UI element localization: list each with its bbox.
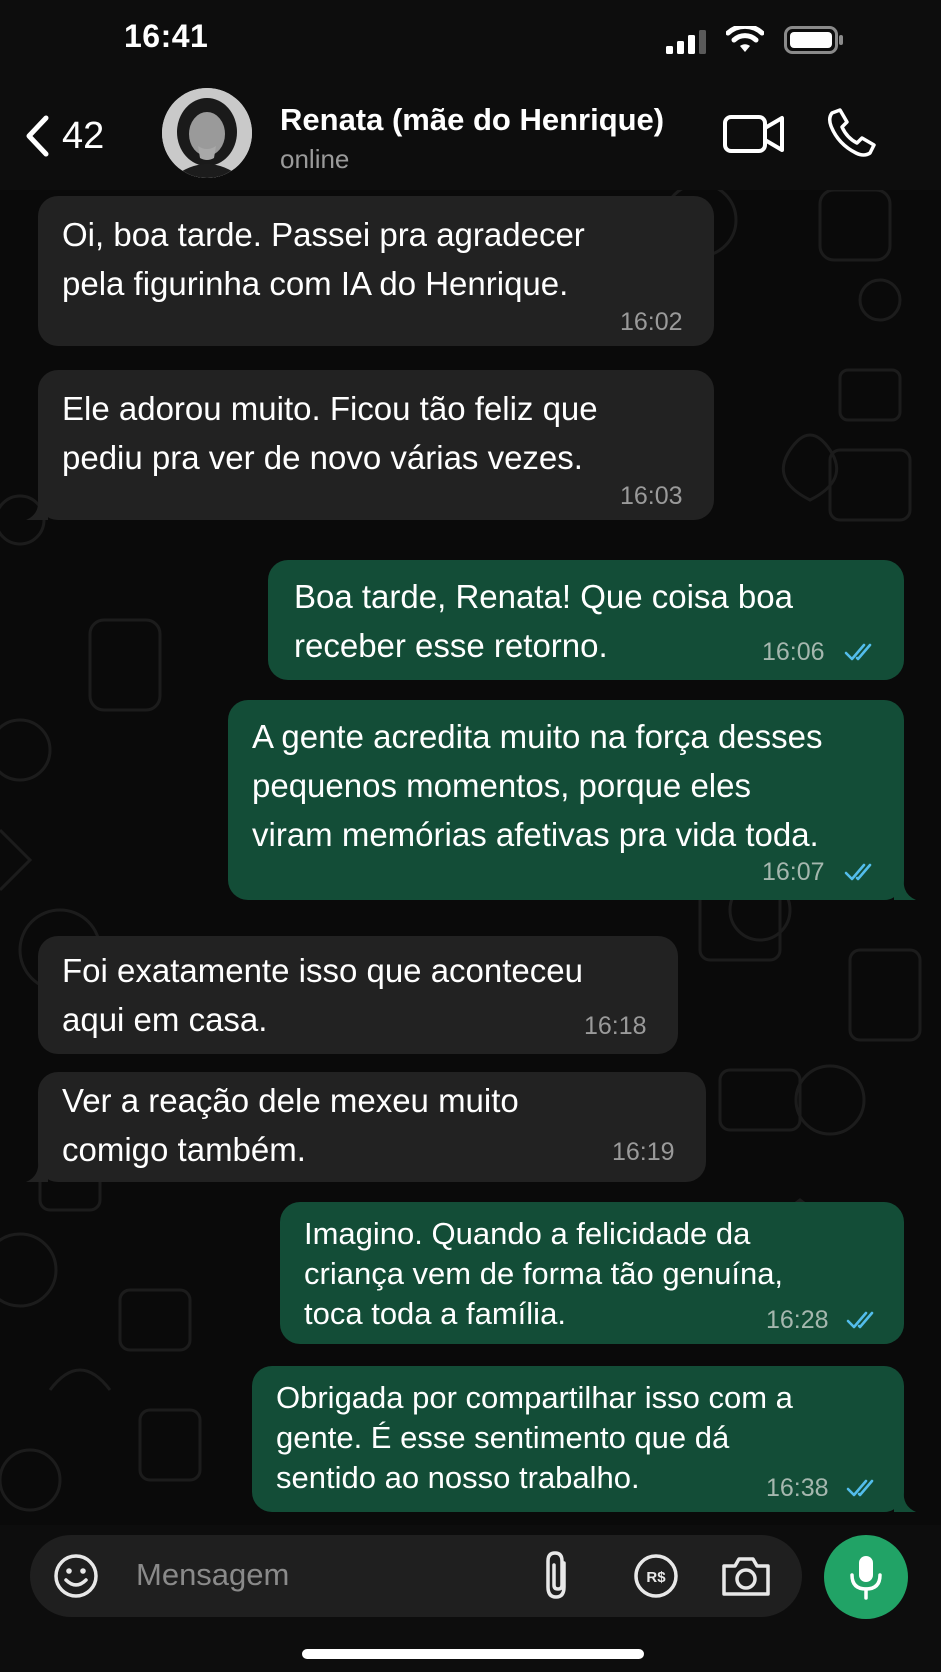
message-outgoing[interactable]: A gente acredita muito na força desses p… [228, 700, 904, 900]
battery-icon [784, 26, 843, 54]
message-time: 16:03 [620, 482, 683, 510]
message-time: 16:19 [612, 1138, 675, 1166]
avatar-photo [162, 88, 252, 178]
message-time: 16:06 [762, 638, 825, 666]
message-outgoing[interactable]: Boa tarde, Renata! Que coisa boa receber… [268, 560, 904, 680]
bubble-tail [26, 498, 48, 520]
message-text: Ver a reação dele mexeu muito comigo tam… [62, 1082, 519, 1168]
double-check-icon [846, 1479, 874, 1497]
bubble-tail [26, 1160, 48, 1182]
microphone-button[interactable] [824, 1535, 908, 1619]
message-input-box[interactable]: Mensagem R$ [30, 1535, 802, 1617]
message-text: A gente acredita muito na força desses p… [252, 718, 823, 853]
paperclip-icon[interactable] [538, 1549, 578, 1601]
message-text: Boa tarde, Renata! Que coisa boa receber… [294, 578, 793, 664]
microphone-icon [850, 1556, 882, 1600]
chevron-left-icon [26, 115, 49, 157]
message-text: Imagino. Quando a felicidade da criança … [304, 1216, 784, 1331]
cellular-signal-icon [666, 30, 706, 54]
bubble-tail [894, 878, 916, 900]
message-time: 16:02 [620, 308, 683, 336]
bubble-tail [894, 1490, 916, 1512]
message-text: Oi, boa tarde. Passei pra agradecer pela… [62, 216, 585, 302]
chat-messages[interactable]: Oi, boa tarde. Passei pra agradecer pela… [0, 190, 941, 1525]
message-outgoing[interactable]: Obrigada por compartilhar isso com a gen… [252, 1366, 904, 1512]
message-time: 16:18 [584, 1012, 647, 1040]
message-incoming[interactable]: Ver a reação dele mexeu muito comigo tam… [38, 1072, 706, 1182]
phone-icon[interactable] [826, 106, 878, 158]
double-check-icon [846, 1311, 874, 1329]
svg-text:R$: R$ [646, 1569, 666, 1586]
avatar[interactable] [162, 88, 252, 178]
message-time: 16:28 [766, 1306, 829, 1334]
smiley-icon[interactable] [52, 1552, 100, 1600]
unread-count: 42 [62, 114, 105, 157]
message-incoming[interactable]: Ele adorou muito. Ficou tão feliz que pe… [38, 370, 714, 520]
wifi-icon [726, 26, 764, 52]
pix-payment-icon[interactable]: R$ [632, 1552, 680, 1600]
contact-status: online [280, 144, 350, 174]
camera-icon[interactable] [720, 1552, 772, 1600]
status-bar: 16:41 [0, 0, 941, 80]
message-composer: Mensagem R$ [0, 1525, 941, 1672]
message-incoming[interactable]: Foi exatamente isso que aconteceu aqui e… [38, 936, 678, 1054]
message-time: 16:38 [766, 1474, 829, 1502]
message-text: Foi exatamente isso que aconteceu aqui e… [62, 952, 583, 1038]
message-text: Obrigada por compartilhar isso com a gen… [276, 1380, 793, 1495]
message-text: Ele adorou muito. Ficou tão feliz que pe… [62, 390, 598, 476]
message-incoming[interactable]: Oi, boa tarde. Passei pra agradecer pela… [38, 196, 714, 346]
contact-name[interactable]: Renata (mãe do Henrique) [280, 102, 664, 138]
double-check-icon [844, 643, 872, 661]
video-camera-icon[interactable] [722, 110, 786, 158]
back-button[interactable]: 42 [24, 108, 134, 164]
home-indicator[interactable] [302, 1649, 644, 1659]
chat-header: 42 Renata (mãe do Henrique) online [0, 80, 941, 190]
status-time: 16:41 [124, 18, 209, 54]
double-check-icon [844, 863, 872, 881]
message-time: 16:07 [762, 858, 825, 886]
message-input[interactable]: Mensagem [136, 1557, 289, 1593]
message-outgoing[interactable]: Imagino. Quando a felicidade da criança … [280, 1202, 904, 1344]
